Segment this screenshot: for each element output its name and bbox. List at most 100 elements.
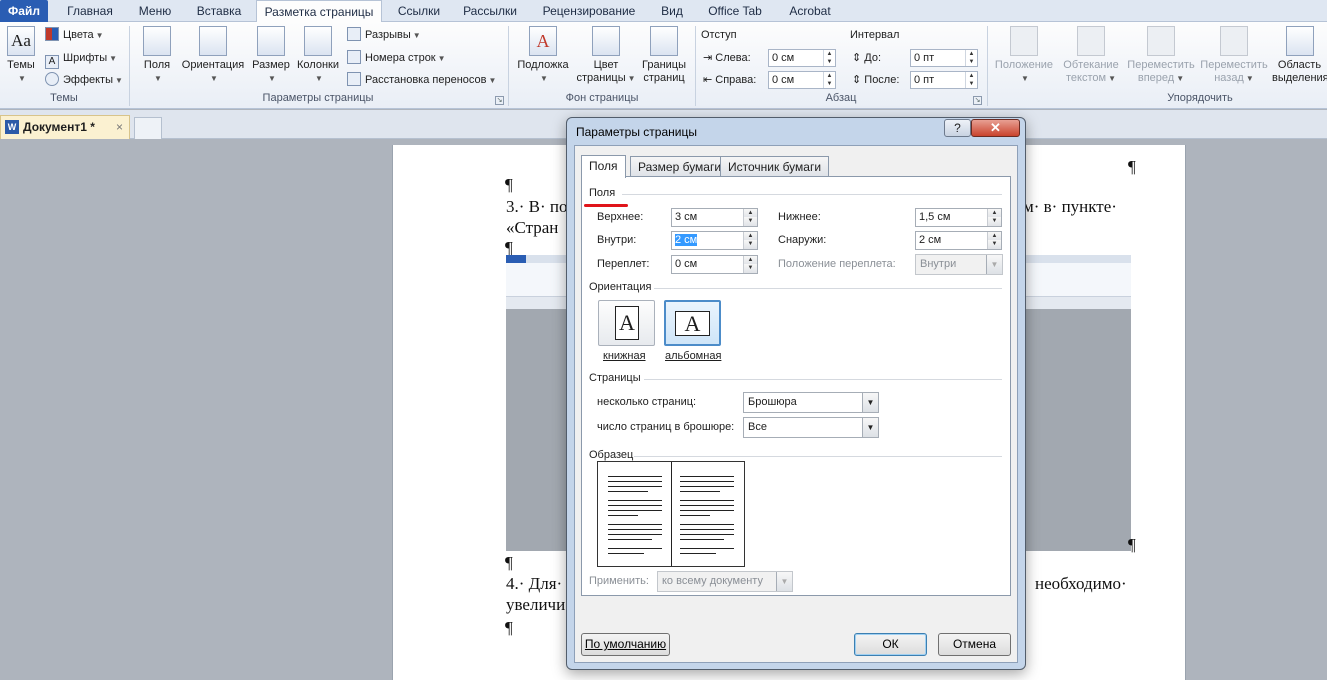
watermark-button[interactable]: A Подложка ▼ — [514, 26, 572, 85]
breaks-button[interactable]: Разрывы ▼ — [347, 26, 421, 44]
doc-text-line: 3.· В· по — [506, 197, 568, 216]
spin-down-icon[interactable]: ▼ — [743, 240, 757, 249]
tab-acrobat[interactable]: Acrobat — [780, 0, 840, 22]
sheets-per-booklet-select[interactable]: Все ▼ — [743, 417, 879, 438]
set-as-default-button[interactable]: По умолчанию — [581, 633, 670, 656]
bring-forward-button[interactable]: Переместить вперед ▼ — [1125, 26, 1197, 85]
theme-fonts-button[interactable]: A Шрифты ▼ — [45, 49, 117, 69]
section-heading-orientation: Ориентация — [589, 281, 652, 293]
paragraph-mark: ¶ — [1128, 535, 1136, 554]
chevron-down-icon: ▼ — [862, 393, 878, 412]
close-button[interactable]: ✕ — [971, 119, 1020, 137]
spacing-after-input[interactable]: 0 пт ▲ ▼ — [910, 71, 978, 89]
spacing-before-input[interactable]: 0 пт ▲ ▼ — [910, 49, 978, 67]
tab-mailings[interactable]: Рассылки — [456, 0, 524, 22]
tab-paper-size[interactable]: Размер бумаги — [630, 156, 730, 177]
chevron-down-icon: ▼ — [115, 76, 123, 85]
preview-text-line — [608, 548, 662, 549]
close-tab-icon[interactable]: × — [116, 116, 123, 138]
gutter-position-label: Положение переплета: — [778, 258, 896, 270]
breaks-icon — [347, 27, 361, 41]
tab-review[interactable]: Рецензирование — [534, 0, 644, 22]
preview-text-line — [608, 481, 662, 482]
tab-paper-source[interactable]: Источник бумаги — [720, 156, 830, 177]
top-margin-input[interactable]: 3 см ▲ ▼ — [671, 208, 758, 227]
document-tab[interactable]: W Документ1 * × — [0, 115, 130, 139]
section-divider — [654, 288, 1002, 289]
gutter-input[interactable]: 0 см ▲ ▼ — [671, 255, 758, 274]
page-borders-button[interactable]: Границы страниц — [638, 26, 690, 85]
doc-text-line: «Стран — [506, 218, 559, 237]
gutter-position-select[interactable]: Внутри ▼ — [915, 254, 1003, 275]
indent-right-input[interactable]: 0 см ▲ ▼ — [768, 71, 836, 89]
tab-file[interactable]: Файл — [0, 0, 48, 22]
spin-down-icon[interactable]: ▼ — [743, 217, 757, 226]
theme-effects-button[interactable]: Эффекты ▼ — [45, 71, 123, 89]
tab-page-layout[interactable]: Разметка страницы — [256, 0, 382, 23]
ok-button[interactable]: ОК — [854, 633, 927, 656]
selection-pane-button[interactable]: Область выделения — [1272, 26, 1327, 85]
chevron-down-icon: ▼ — [1108, 74, 1116, 83]
preview-text-line — [608, 539, 652, 540]
dialog-body: Поля Размер бумаги Источник бумаги Поля … — [574, 145, 1018, 663]
send-backward-button[interactable]: Переместить назад ▼ — [1198, 26, 1270, 85]
hyphenation-button[interactable]: Расстановка переносов ▼ — [347, 71, 496, 89]
tab-view[interactable]: Вид — [654, 0, 690, 22]
spin-arrows-icon[interactable]: ▲ ▼ — [965, 50, 977, 66]
page-color-button[interactable]: Цвет страницы ▼ — [576, 26, 636, 85]
preview-text-line — [608, 505, 662, 506]
tab-references[interactable]: Ссылки — [390, 0, 448, 22]
group-label-themes: Темы — [50, 92, 78, 104]
paragraph-launcher-icon[interactable]: ↘ — [973, 96, 982, 105]
paragraph-mark: ¶ — [505, 618, 513, 637]
tab-insert[interactable]: Вставка — [188, 0, 250, 22]
spin-down-icon[interactable]: ▼ — [987, 217, 1001, 226]
orientation-label: Ориентация — [181, 59, 245, 71]
paragraph-mark: ¶ — [505, 175, 513, 194]
spin-down-icon[interactable]: ▼ — [743, 264, 757, 273]
columns-button[interactable]: Колонки ▼ — [294, 26, 342, 85]
themes-button[interactable]: Aa Темы ▼ — [4, 26, 38, 85]
orientation-button[interactable]: Ориентация ▼ — [180, 26, 246, 85]
theme-effects-label: Эффекты — [63, 74, 114, 86]
new-tab-button[interactable] — [134, 117, 162, 139]
apply-to-select[interactable]: ко всему документу ▼ — [657, 571, 793, 592]
outside-margin-label: Снаружи: — [778, 234, 827, 246]
landscape-orientation-button[interactable]: A — [664, 300, 721, 346]
set-as-default-label: По умолчанию — [584, 637, 667, 651]
portrait-label-text: книжная — [603, 350, 646, 362]
preview-text-line — [608, 486, 662, 487]
indent-left-value: 0 см — [772, 52, 795, 64]
page-setup-launcher-icon[interactable]: ↘ — [495, 96, 504, 105]
spin-arrows-icon[interactable]: ▲ ▼ — [823, 50, 835, 66]
multiple-pages-select[interactable]: Брошюра ▼ — [743, 392, 879, 413]
theme-colors-button[interactable]: Цвета ▼ — [45, 26, 104, 44]
spin-arrows-icon[interactable]: ▲ ▼ — [965, 72, 977, 88]
text-wrap-button[interactable]: Обтекание текстом ▼ — [1060, 26, 1122, 85]
cancel-button[interactable]: Отмена — [938, 633, 1011, 656]
size-button[interactable]: Размер ▼ — [251, 26, 291, 85]
send-backward-label-2: назад — [1214, 72, 1244, 84]
help-button[interactable]: ? — [944, 119, 971, 137]
spin-down-icon[interactable]: ▼ — [987, 240, 1001, 249]
tab-menu[interactable]: Меню — [130, 0, 180, 22]
position-button[interactable]: Положение ▼ — [992, 26, 1056, 85]
preview-text-line — [608, 491, 648, 492]
gutter-value: 0 см — [675, 258, 698, 270]
tab-margins[interactable]: Поля — [581, 155, 626, 178]
tab-office-tab[interactable]: Office Tab — [700, 0, 770, 22]
tab-home[interactable]: Главная — [56, 0, 124, 22]
line-numbers-button[interactable]: Номера строк ▼ — [347, 49, 446, 67]
position-icon — [1010, 26, 1038, 56]
margins-button[interactable]: Поля ▼ — [140, 26, 174, 85]
inside-margin-input[interactable]: 2 см ▲ ▼ — [671, 231, 758, 250]
colors-icon — [45, 27, 59, 41]
indent-right-text: Справа: — [715, 74, 757, 86]
chevron-down-icon: ▼ — [437, 54, 446, 63]
doc-text-line: необходимо· — [1035, 574, 1127, 593]
spin-arrows-icon[interactable]: ▲ ▼ — [823, 72, 835, 88]
bottom-margin-input[interactable]: 1,5 см ▲ ▼ — [915, 208, 1002, 227]
indent-left-input[interactable]: 0 см ▲ ▼ — [768, 49, 836, 67]
outside-margin-input[interactable]: 2 см ▲ ▼ — [915, 231, 1002, 250]
portrait-orientation-button[interactable]: A — [598, 300, 655, 346]
